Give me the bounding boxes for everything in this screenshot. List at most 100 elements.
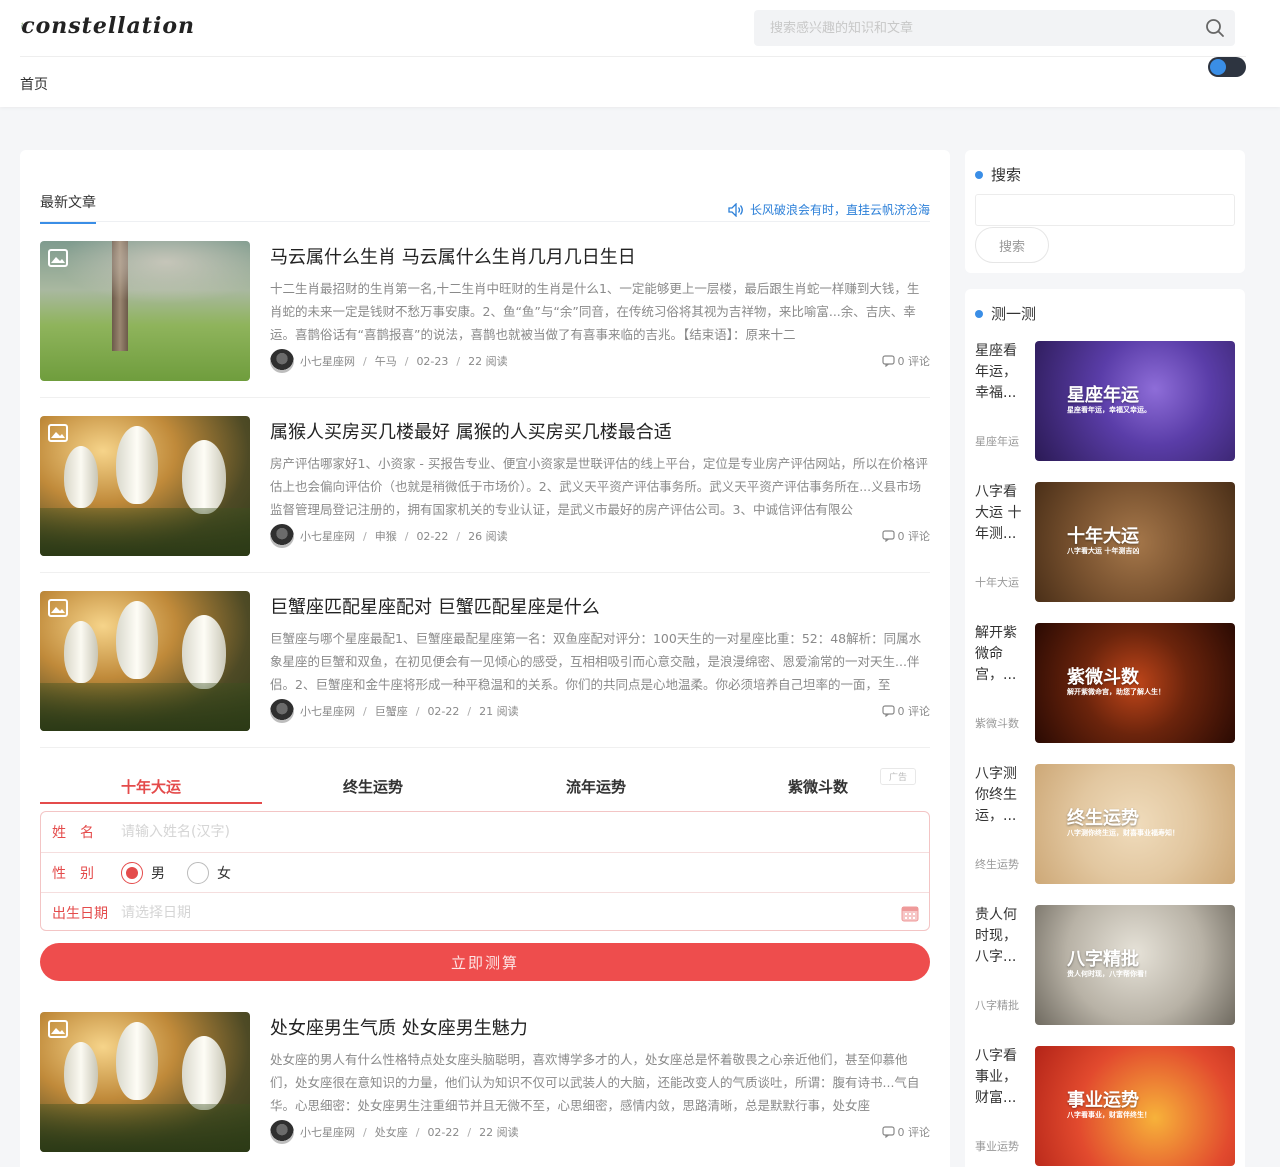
test-item-banner[interactable]: 星座年运 星座看年运，幸福又幸运。 [1035,341,1235,461]
article-excerpt: 房产评估哪家好1、小资家 - 买报告专业、便宜小资家是世联评估的线上平台，定位是… [270,456,928,517]
test-item-banner[interactable]: 十年大运 八字看大运 十年测吉凶 [1035,482,1235,602]
banner-title: 八字精批 [1067,949,1139,970]
top-header: constellation 首页 [0,0,1280,107]
notice-bar: 长风破浪会有时，直挂云帆济沧海 [728,201,930,218]
article-reads: 21 阅读 [479,705,519,718]
banner-subtitle: 解开紫微命宫，助您了解人生！ [1067,688,1165,696]
article-title[interactable]: 属猴人买房买几楼最好 属猴的人买房买几楼最合适 [270,418,672,444]
search-icon[interactable] [1195,10,1235,46]
article-meta: 小七星座网 / 申猴/ 02-22/ 26 阅读 0 评论 [270,524,930,548]
test-item-banner[interactable]: 事业运势 八字看事业，财富伴终生！ [1035,1046,1235,1166]
article-thumbnail[interactable] [40,591,250,731]
latest-articles-header: 最新文章 长风破浪会有时，直挂云帆济沧海 [40,190,930,224]
author-avatar[interactable] [270,699,294,723]
gender-female-radio[interactable] [187,861,209,884]
article-date: 02-22 [427,1125,460,1139]
article-comments[interactable]: 0 评论 [881,703,930,719]
birthdate-input[interactable] [121,893,929,932]
author-name[interactable]: 小七星座网 [300,703,355,719]
author-name[interactable]: 小七星座网 [300,1124,355,1140]
toggle-knob [1210,59,1226,75]
article-date: 02-23 [416,354,449,368]
article-divider [40,747,930,748]
tab-yearly-fortune[interactable]: 流年运势 [485,770,707,804]
article-excerpt: 处女座的男人有什么性格特点处女座头脑聪明，喜欢博学多才的人，处女座总是怀着敬畏之… [270,1052,920,1113]
banner-subtitle: 星座看年运，幸福又幸运。 [1067,406,1151,414]
test-item-text[interactable]: 贵人何时现，八字... [975,905,1027,968]
banner-title: 事业运势 [1067,1090,1139,1111]
article-excerpt: 巨蟹座与哪个星座最配1、巨蟹座最配星座第一名：双鱼座配对评分：100天生的一对星… [270,631,922,692]
fortune-tabs: 十年大运 终生运势 流年运势 紫微斗数 广告 [40,768,930,804]
article-excerpt: 十二生肖最招财的生肖第一名,十二生肖中旺财的生肖是什么1、一定能够更上一层楼，最… [270,281,920,342]
gender-male-radio[interactable] [121,861,143,884]
test-item-text[interactable]: 八字看事业，财富... [975,1046,1027,1109]
ad-badge: 广告 [880,768,917,785]
article-title[interactable]: 处女座男生气质 处女座男生魅力 [270,1014,528,1040]
test-item-banner[interactable]: 紫微斗数 解开紫微命宫，助您了解人生！ [1035,623,1235,743]
test-item-banner[interactable]: 八字精批 贵人何时现，八字帮你看！ [1035,905,1235,1025]
article-reads: 22 阅读 [468,355,508,368]
tab-lifetime-fortune[interactable]: 终生运势 [262,770,484,804]
test-item[interactable]: 八字看大运 十年测... 十年大运 十年大运 八字看大运 十年测吉凶 [975,482,1235,602]
test-item-text[interactable]: 八字测你终生运，... [975,764,1027,827]
article-title[interactable]: 马云属什么生肖 马云属什么生肖几月几日生日 [270,243,636,269]
name-input[interactable] [121,812,929,852]
gender-female-label[interactable]: 女 [217,863,231,883]
birthdate-label: 出生日期 [52,905,108,922]
calendar-icon[interactable] [901,905,919,922]
article-thumbnail[interactable] [40,241,250,381]
article-thumbnail[interactable] [40,1012,250,1152]
test-item[interactable]: 解开紫微命宫，... 紫微斗数 紫微斗数 解开紫微命宫，助您了解人生！ [975,623,1235,743]
sidebar-search-card: 搜索 搜索 [965,150,1245,273]
test-item[interactable]: 贵人何时现，八字... 八字精批 八字精批 贵人何时现，八字帮你看！ [975,905,1235,1025]
article-comments[interactable]: 0 评论 [881,528,930,544]
calculate-button[interactable]: 立即测算 [40,943,930,981]
article-card[interactable]: 处女座男生气质 处女座男生魅力 处女座的男人有什么性格特点处女座头脑聪明，喜欢博… [40,1012,930,1152]
sidebar-search-input[interactable] [975,194,1235,226]
article-category[interactable]: 午马 [375,353,397,369]
notice-text: 长风破浪会有时，直挂云帆济沧海 [749,203,930,217]
author-avatar[interactable] [270,349,294,373]
banner-subtitle: 八字测你终生运，财喜事业福寿知！ [1067,829,1179,837]
author-avatar[interactable] [270,1120,294,1144]
article-card[interactable]: 马云属什么生肖 马云属什么生肖几月几日生日 十二生肖最招财的生肖第一名,十二生肖… [40,241,930,381]
article-comments[interactable]: 0 评论 [881,353,930,369]
site-logo[interactable]: constellation [20,4,195,48]
test-item-text[interactable]: 解开紫微命宫，... [975,623,1027,686]
author-avatar[interactable] [270,524,294,548]
article-card[interactable]: 巨蟹座匹配星座配对 巨蟹匹配星座是什么 巨蟹座与哪个星座最配1、巨蟹座最配星座第… [40,591,930,731]
logo-text: constellation [21,13,195,39]
header-divider [20,56,1246,57]
nav-home-link[interactable]: 首页 [20,74,48,94]
article-meta: 小七星座网 / 巨蟹座/ 02-22/ 21 阅读 0 评论 [270,699,930,723]
article-meta: 小七星座网 / 处女座/ 02-22/ 22 阅读 0 评论 [270,1120,930,1144]
article-title[interactable]: 巨蟹座匹配星座配对 巨蟹匹配星座是什么 [270,593,600,619]
article-category[interactable]: 申猴 [375,528,397,544]
banner-title: 终生运势 [1067,808,1139,829]
article-date: 02-22 [427,704,460,718]
article-card[interactable]: 属猴人买房买几楼最好 属猴的人买房买几楼最合适 房产评估哪家好1、小资家 - 买… [40,416,930,556]
test-item[interactable]: 八字测你终生运，... 终生运势 终生运势 八字测你终生运，财喜事业福寿知！ [975,764,1235,884]
banner-subtitle: 八字看大运 十年测吉凶 [1067,547,1140,555]
test-item[interactable]: 八字看事业，财富... 事业运势 事业运势 八字看事业，财富伴终生！ [975,1046,1235,1166]
test-item-text[interactable]: 八字看大运 十年测... [975,482,1027,545]
test-item[interactable]: 星座看年运，幸福... 星座年运 星座年运 星座看年运，幸福又幸运。 [975,341,1235,461]
dark-mode-toggle[interactable] [1208,57,1246,77]
header-search-input[interactable] [754,10,1195,46]
article-thumbnail[interactable] [40,416,250,556]
gender-male-label[interactable]: 男 [151,863,165,883]
article-category[interactable]: 巨蟹座 [375,703,408,719]
article-comments[interactable]: 0 评论 [881,1124,930,1140]
test-item-text[interactable]: 星座看年运，幸福... [975,341,1027,404]
author-name[interactable]: 小七星座网 [300,353,355,369]
image-icon [48,599,68,617]
test-item-category: 八字精批 [975,999,1019,1012]
comment-icon [881,705,895,717]
article-category[interactable]: 处女座 [375,1124,408,1140]
author-name[interactable]: 小七星座网 [300,528,355,544]
sidebar-search-button[interactable]: 搜索 [975,227,1049,263]
test-item-banner[interactable]: 终生运势 八字测你终生运，财喜事业福寿知！ [1035,764,1235,884]
comment-icon [881,530,895,542]
tab-ten-year-fortune[interactable]: 十年大运 [40,770,262,804]
section-title[interactable]: 最新文章 [40,192,96,224]
